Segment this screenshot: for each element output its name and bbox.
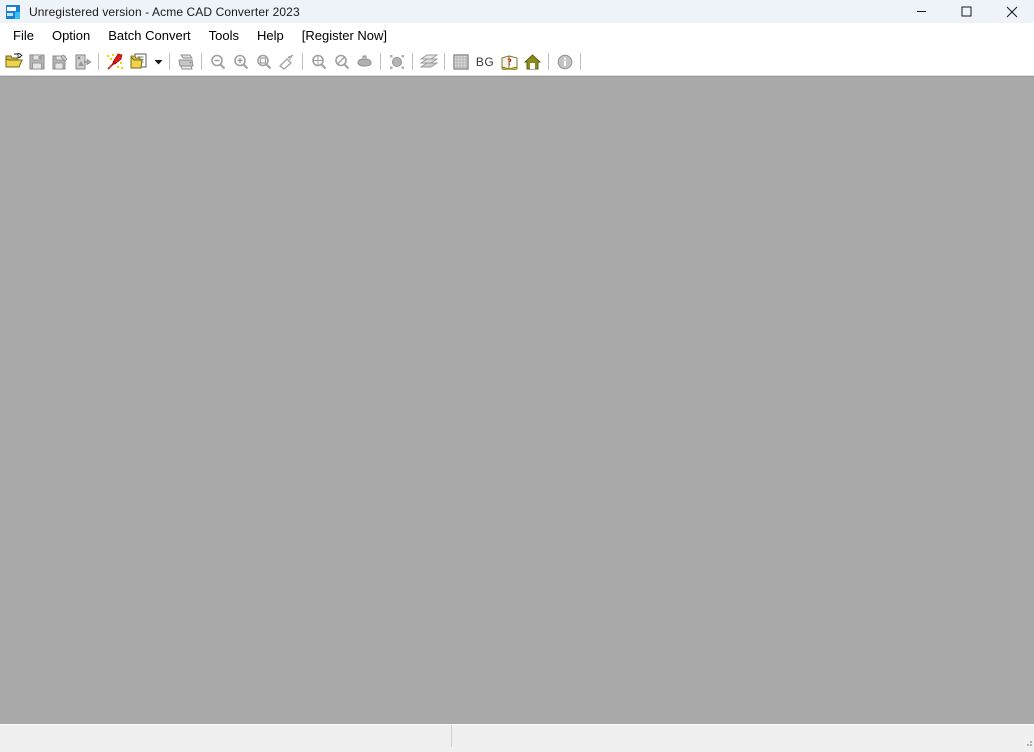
zoom-extents-icon bbox=[275, 50, 298, 73]
window-title: Unregistered version - Acme CAD Converte… bbox=[29, 5, 300, 19]
print-icon bbox=[174, 50, 197, 73]
status-bar bbox=[0, 724, 1034, 747]
toolbar-separator-5 bbox=[380, 53, 381, 70]
display-icon bbox=[449, 50, 472, 73]
title-bar-left: Unregistered version - Acme CAD Converte… bbox=[0, 4, 899, 20]
convert-icon[interactable] bbox=[103, 50, 126, 73]
application-window: Unregistered version - Acme CAD Converte… bbox=[0, 0, 1034, 747]
help-icon[interactable]: ? bbox=[498, 50, 521, 73]
toolbar-separator-6 bbox=[412, 53, 413, 70]
background-color-button[interactable]: BG bbox=[472, 50, 498, 73]
svg-text:?: ? bbox=[507, 57, 512, 67]
toolbar-separator-3 bbox=[201, 53, 202, 70]
zoom-window-icon bbox=[252, 50, 275, 73]
toolbar-separator-8 bbox=[548, 53, 549, 70]
menu-item-file[interactable]: File bbox=[4, 25, 43, 47]
toolbar-separator-7 bbox=[444, 53, 445, 70]
menu-bar: File Option Batch Convert Tools Help [Re… bbox=[0, 23, 1034, 48]
acme-cad-converter-icon bbox=[5, 4, 21, 20]
zoom-previous-icon bbox=[330, 50, 353, 73]
zoom-out-icon bbox=[206, 50, 229, 73]
menu-item-register-now[interactable]: [Register Now] bbox=[293, 25, 396, 47]
close-button[interactable] bbox=[989, 0, 1034, 23]
toolbar-separator-4 bbox=[302, 53, 303, 70]
toolbar-separator-2 bbox=[169, 53, 170, 70]
status-message bbox=[0, 725, 451, 747]
title-bar: Unregistered version - Acme CAD Converte… bbox=[0, 0, 1034, 23]
menu-item-option[interactable]: Option bbox=[43, 25, 99, 47]
layers-icon bbox=[417, 50, 440, 73]
pan-icon bbox=[353, 50, 376, 73]
minimize-button[interactable] bbox=[899, 0, 944, 23]
save-as-icon bbox=[48, 50, 71, 73]
status-coordinates bbox=[451, 725, 1034, 747]
zoom-realtime-icon bbox=[385, 50, 408, 73]
window-controls bbox=[899, 0, 1034, 23]
export-icon bbox=[71, 50, 94, 73]
batch-convert-icon[interactable] bbox=[126, 50, 152, 73]
resize-grip[interactable] bbox=[1021, 734, 1033, 746]
toolbar: BG ? bbox=[0, 48, 1034, 76]
home-icon[interactable] bbox=[521, 50, 544, 73]
open-file-icon[interactable] bbox=[2, 50, 25, 73]
maximize-button[interactable] bbox=[944, 0, 989, 23]
save-icon bbox=[25, 50, 48, 73]
zoom-all-icon bbox=[307, 50, 330, 73]
background-color-label: BG bbox=[476, 55, 494, 69]
menu-item-batch-convert[interactable]: Batch Convert bbox=[99, 25, 199, 47]
zoom-in-icon bbox=[229, 50, 252, 73]
about-icon bbox=[553, 50, 576, 73]
toolbar-separator-1 bbox=[98, 53, 99, 70]
drawing-canvas[interactable] bbox=[0, 76, 1034, 724]
toolbar-separator-9 bbox=[580, 53, 581, 70]
batch-convert-dropdown-icon[interactable] bbox=[152, 50, 165, 73]
menu-item-tools[interactable]: Tools bbox=[200, 25, 248, 47]
menu-item-help[interactable]: Help bbox=[248, 25, 293, 47]
